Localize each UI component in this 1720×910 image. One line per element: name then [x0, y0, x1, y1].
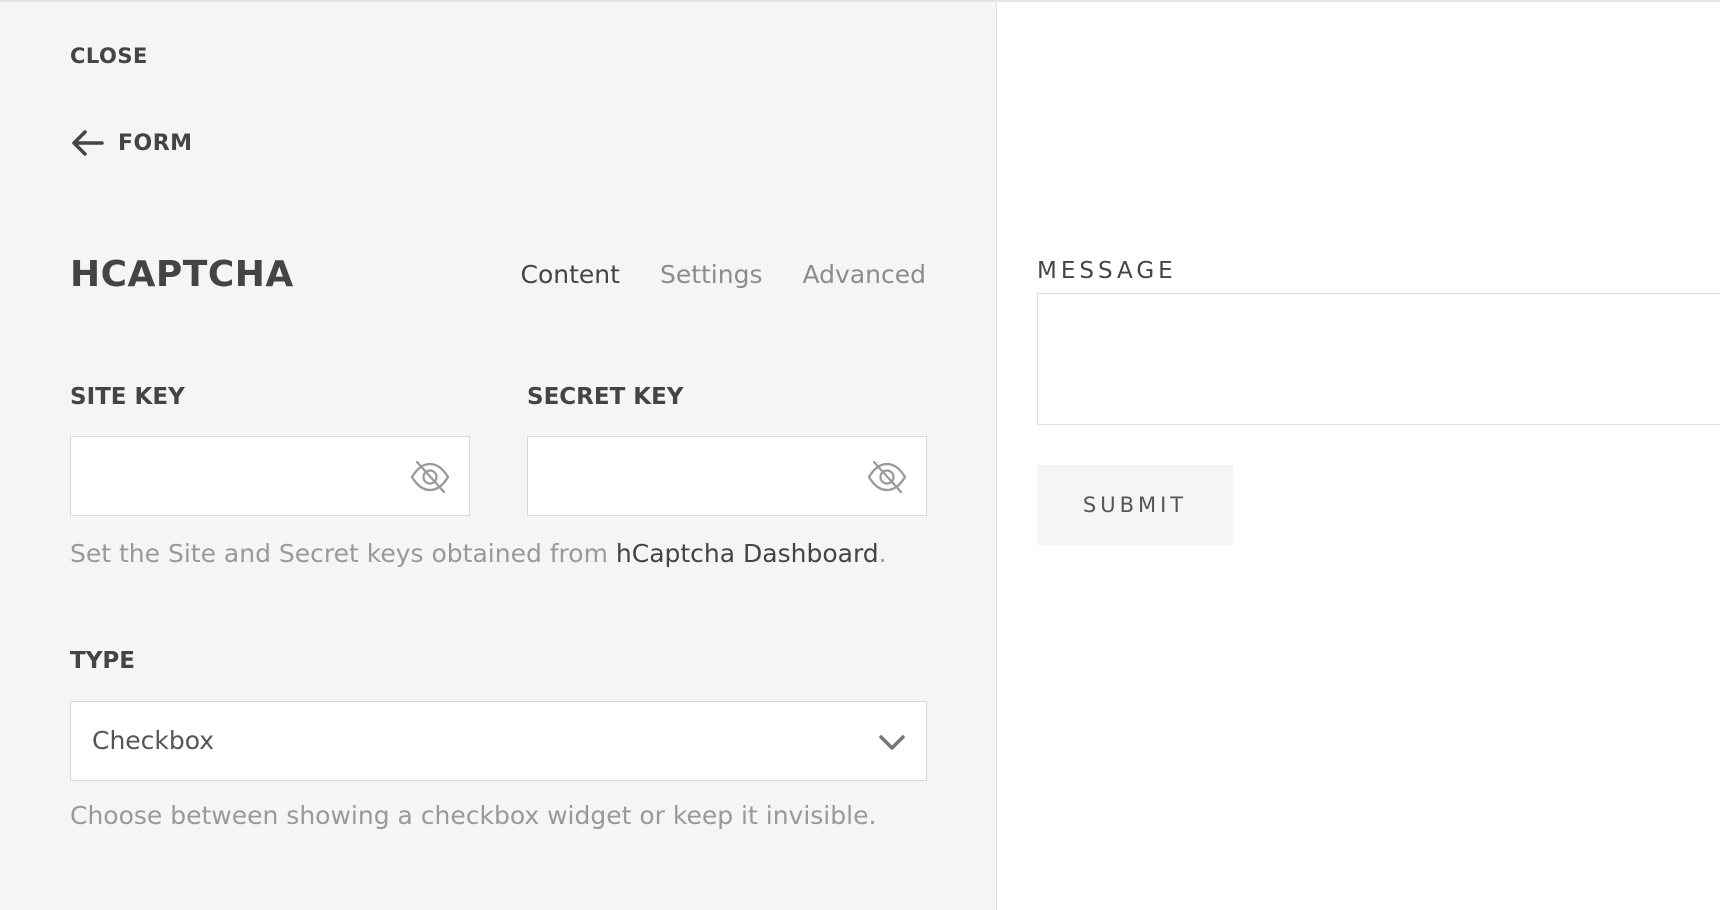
- keys-help-text: Set the Site and Secret keys obtained fr…: [70, 539, 887, 568]
- tab-settings[interactable]: Settings: [660, 260, 763, 289]
- keys-help-prefix: Set the Site and Secret keys obtained fr…: [70, 539, 616, 568]
- type-help-text: Choose between showing a checkbox widget…: [70, 801, 877, 830]
- eye-slash-icon[interactable]: [866, 458, 908, 496]
- message-textarea[interactable]: [1037, 293, 1720, 425]
- message-label: MESSAGE: [1037, 258, 1177, 284]
- secret-key-label: SECRET KEY: [527, 384, 684, 410]
- chevron-down-icon: [879, 735, 905, 750]
- close-button[interactable]: CLOSE: [70, 44, 148, 68]
- back-link-label: FORM: [118, 130, 193, 156]
- secret-key-field-wrapper: [527, 436, 927, 516]
- eye-slash-icon[interactable]: [409, 458, 451, 496]
- type-select[interactable]: Checkbox: [70, 701, 927, 781]
- panel-tabs: Content Settings Advanced: [521, 260, 926, 289]
- keys-help-suffix: .: [878, 539, 887, 568]
- page-title: HCAPTCHA: [70, 254, 294, 295]
- submit-button[interactable]: SUBMIT: [1037, 465, 1233, 545]
- hcaptcha-dashboard-link[interactable]: hCaptcha Dashboard: [616, 539, 879, 568]
- settings-panel: CLOSE FORM HCAPTCHA Content Settings Adv…: [0, 2, 997, 910]
- type-label: TYPE: [70, 648, 135, 674]
- back-to-form-link[interactable]: FORM: [70, 128, 193, 158]
- site-key-label: SITE KEY: [70, 384, 185, 410]
- tab-advanced[interactable]: Advanced: [803, 260, 927, 289]
- type-select-value: Checkbox: [92, 726, 215, 755]
- site-key-field-wrapper: [70, 436, 470, 516]
- tab-content[interactable]: Content: [521, 260, 620, 289]
- arrow-left-icon: [72, 130, 104, 156]
